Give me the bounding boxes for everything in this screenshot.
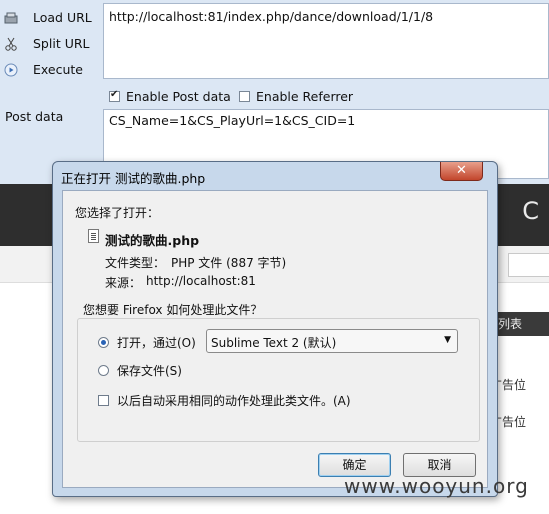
execute-button[interactable]: Execute: [0, 59, 100, 81]
load-url-button[interactable]: Load URL: [0, 7, 100, 29]
close-icon[interactable]: ✕: [440, 162, 483, 181]
split-url-button[interactable]: Split URL: [0, 33, 100, 55]
enable-post-label: Enable Post data: [126, 88, 231, 104]
open-with-label[interactable]: 打开，通过(O): [117, 334, 196, 351]
open-with-radio[interactable]: [98, 337, 109, 348]
save-file-label[interactable]: 保存文件(S): [117, 362, 182, 379]
choose-text: 您选择了打开：: [75, 206, 160, 220]
watermark-text: www.wooyun.org: [344, 474, 529, 498]
enable-post-toggle[interactable]: Enable Post data: [109, 88, 231, 104]
load-url-icon: [4, 12, 18, 24]
open-file-dialog: 正在打开 测试的歌曲.php ✕ 您选择了打开： 测试的歌曲.php 文件类型：…: [52, 161, 498, 497]
page-tab[interactable]: 列表: [492, 312, 549, 336]
url-textarea[interactable]: http://localhost:81/index.php/dance/down…: [103, 3, 549, 79]
enable-referrer-checkbox[interactable]: [239, 90, 250, 102]
auto-action-checkbox[interactable]: [98, 395, 109, 406]
source-value: http://localhost:81: [146, 274, 256, 288]
dialog-body: 您选择了打开： 测试的歌曲.php 文件类型： PHP 文件 (887 字节) …: [62, 190, 488, 488]
load-url-label: Load URL: [33, 10, 92, 25]
execute-label: Execute: [33, 62, 83, 77]
file-type-value: PHP 文件 (887 字节): [171, 256, 287, 270]
dialog-title: 正在打开 测试的歌曲.php: [61, 171, 206, 186]
save-file-radio[interactable]: [98, 365, 109, 376]
action-question: 您想要 Firefox 如何处理此文件？: [80, 301, 266, 318]
hackbar-panel: Load URL Split URL Execute http://localh…: [0, 0, 549, 184]
source-label: 来源：: [105, 276, 142, 290]
chevron-down-icon: ▼: [444, 335, 451, 345]
enable-referrer-label: Enable Referrer: [256, 88, 354, 104]
file-name: 测试的歌曲.php: [105, 233, 200, 248]
auto-action-label[interactable]: 以后自动采用相同的动作处理此类文件。(A): [117, 392, 351, 409]
enable-post-checkbox[interactable]: [109, 89, 120, 102]
enable-referrer-toggle[interactable]: Enable Referrer: [239, 88, 353, 104]
file-icon: [88, 229, 99, 243]
page-search-input[interactable]: [508, 253, 549, 277]
file-type-label: 文件类型：: [105, 256, 166, 270]
scissors-icon: [5, 37, 17, 51]
split-url-label: Split URL: [33, 36, 90, 51]
play-icon: [4, 63, 18, 77]
post-data-label: Post data: [5, 109, 64, 124]
application-select[interactable]: Sublime Text 2 (默认) ▼: [206, 329, 458, 353]
application-select-value: Sublime Text 2 (默认): [211, 336, 337, 350]
